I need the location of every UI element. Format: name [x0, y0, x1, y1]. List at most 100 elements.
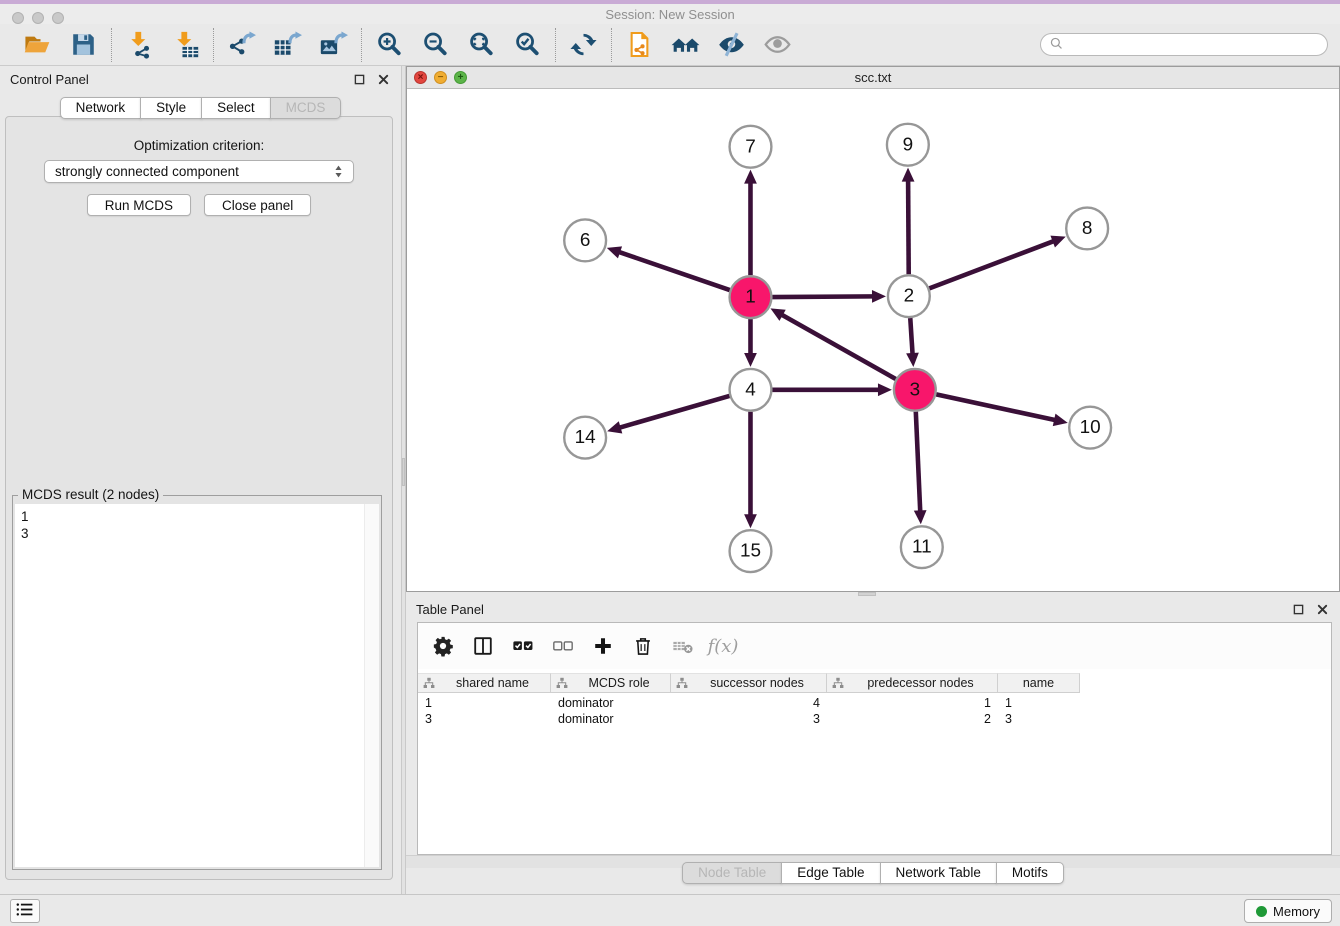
task-history-button[interactable] — [10, 899, 40, 923]
column-header-label: MCDS role — [568, 676, 670, 690]
cell-MCDS-role: dominator — [551, 711, 671, 727]
mcds-result-line: 1 — [21, 508, 357, 525]
close-table-panel-icon[interactable] — [1315, 602, 1330, 617]
graph-node-label-4: 4 — [745, 379, 756, 400]
cell-name: 1 — [998, 695, 1080, 711]
graph-node-label-6: 6 — [580, 230, 591, 251]
close-window-button[interactable] — [12, 12, 24, 24]
memory-button[interactable]: Memory — [1244, 899, 1332, 923]
edge-arrow-4-15 — [744, 514, 757, 528]
result-scrollbar[interactable] — [364, 504, 379, 867]
zoom-selected-icon[interactable] — [513, 30, 542, 59]
search-box[interactable] — [1040, 33, 1328, 56]
column-header-successor-nodes[interactable]: successor nodes — [671, 673, 827, 693]
graph-node-label-3: 3 — [910, 379, 921, 400]
search-input[interactable] — [1069, 37, 1319, 52]
mcds-buttons-row: Run MCDS Close panel — [6, 194, 392, 216]
save-session-icon[interactable] — [69, 30, 98, 59]
toolbar-icon-groups — [10, 28, 805, 62]
table-settings-icon[interactable] — [432, 635, 454, 657]
new-network-from-selection-icon[interactable] — [625, 30, 654, 59]
run-mcds-button[interactable]: Run MCDS — [87, 194, 191, 216]
mcds-result-box: MCDS result (2 nodes) 13 — [12, 495, 382, 870]
network-window-titlebar: × − + scc.txt — [407, 67, 1339, 89]
network-minimize-button[interactable]: − — [434, 71, 447, 84]
tab-mcds[interactable]: MCDS — [270, 97, 342, 119]
edge-3-10[interactable] — [936, 394, 1056, 420]
column-header-predecessor-nodes[interactable]: predecessor nodes — [827, 673, 998, 693]
float-panel-icon[interactable] — [352, 72, 367, 87]
close-panel-button[interactable]: Close panel — [204, 194, 311, 216]
edge-arrow-3-10 — [1053, 414, 1068, 426]
welcome-screen-icon[interactable] — [671, 30, 700, 59]
network-maximize-button[interactable]: + — [454, 71, 467, 84]
export-table-icon[interactable] — [273, 30, 302, 59]
import-network-icon[interactable] — [125, 30, 154, 59]
cell-MCDS-role: dominator — [551, 695, 671, 711]
float-table-panel-icon[interactable] — [1291, 602, 1306, 617]
edge-1-6[interactable] — [618, 252, 730, 290]
column-header-MCDS-role[interactable]: MCDS role — [551, 673, 671, 693]
tab-select[interactable]: Select — [201, 97, 271, 119]
edge-2-3[interactable] — [910, 318, 912, 355]
graphics-details-icon[interactable] — [717, 30, 746, 59]
edge-2-9[interactable] — [908, 180, 909, 275]
edge-1-2[interactable] — [772, 296, 874, 297]
zoom-window-button[interactable] — [52, 12, 64, 24]
apply-layout-icon[interactable] — [569, 30, 598, 59]
zoom-out-icon[interactable] — [421, 30, 450, 59]
table-row[interactable]: 3dominator323 — [418, 711, 1080, 727]
workspace: Control Panel NetworkStyleSelectMCDS Opt… — [0, 66, 1340, 894]
toolbar-group — [112, 30, 213, 59]
zoom-fit-icon[interactable] — [467, 30, 496, 59]
tab-network[interactable]: Network — [60, 97, 142, 119]
vertical-splitter-grip[interactable] — [402, 458, 405, 486]
edge-3-1[interactable] — [781, 314, 896, 379]
graph-node-label-1: 1 — [745, 287, 756, 308]
export-image-icon[interactable] — [319, 30, 348, 59]
control-panel-title: Control Panel — [10, 72, 89, 87]
edge-3-11[interactable] — [916, 412, 920, 513]
delete-row-icon[interactable] — [632, 635, 654, 657]
tab-network-table[interactable]: Network Table — [880, 862, 997, 884]
column-header-label: successor nodes — [688, 676, 826, 690]
minimize-window-button[interactable] — [32, 12, 44, 24]
tab-motifs[interactable]: Motifs — [996, 862, 1064, 884]
node-table-container: f(x) shared name MCDS role successor nodes… — [417, 622, 1332, 855]
edge-4-14[interactable] — [619, 396, 730, 428]
deselect-all-icon[interactable] — [552, 635, 574, 657]
table-toolbar: f(x) — [418, 623, 1331, 669]
criterion-select[interactable]: strongly connected component — [44, 160, 354, 183]
zoom-in-icon[interactable] — [375, 30, 404, 59]
toolbar-group — [10, 30, 111, 59]
network-graph: 7968124314101511 — [407, 89, 1339, 591]
select-stepper-icon — [334, 164, 343, 179]
criterion-selected-value: strongly connected component — [55, 164, 239, 179]
network-view-window: × − + scc.txt 7968124314101511 — [406, 66, 1340, 592]
select-all-icon[interactable] — [512, 635, 534, 657]
table-body: 1dominator4113dominator323 — [418, 695, 1080, 727]
graph-node-label-8: 8 — [1082, 218, 1093, 239]
graph-node-label-14: 14 — [575, 427, 596, 448]
network-canvas[interactable]: 7968124314101511 — [407, 89, 1339, 591]
table-row[interactable]: 1dominator411 — [418, 695, 1080, 711]
toggle-columns-icon[interactable] — [472, 635, 494, 657]
network-close-button[interactable]: × — [414, 71, 427, 84]
close-panel-icon[interactable] — [376, 72, 391, 87]
tab-node-table[interactable]: Node Table — [682, 862, 782, 884]
column-header-name[interactable]: name — [998, 673, 1080, 693]
toolbar-group — [556, 30, 611, 59]
edge-2-8[interactable] — [929, 241, 1054, 289]
tab-edge-table[interactable]: Edge Table — [781, 862, 880, 884]
column-header-shared-name[interactable]: shared name — [418, 673, 551, 693]
import-table-icon[interactable] — [171, 30, 200, 59]
edge-arrow-4-3 — [878, 383, 892, 396]
tab-style[interactable]: Style — [140, 97, 202, 119]
mcds-tab-content: Optimization criterion: strongly connect… — [5, 116, 393, 880]
table-column-headers: shared name MCDS role successor nodesprede… — [418, 673, 1080, 693]
open-session-icon[interactable] — [23, 30, 52, 59]
add-row-icon[interactable] — [592, 635, 614, 657]
export-network-icon[interactable] — [227, 30, 256, 59]
app-titlebar: Session: New Session — [0, 4, 1340, 24]
memory-status-icon — [1256, 906, 1267, 917]
